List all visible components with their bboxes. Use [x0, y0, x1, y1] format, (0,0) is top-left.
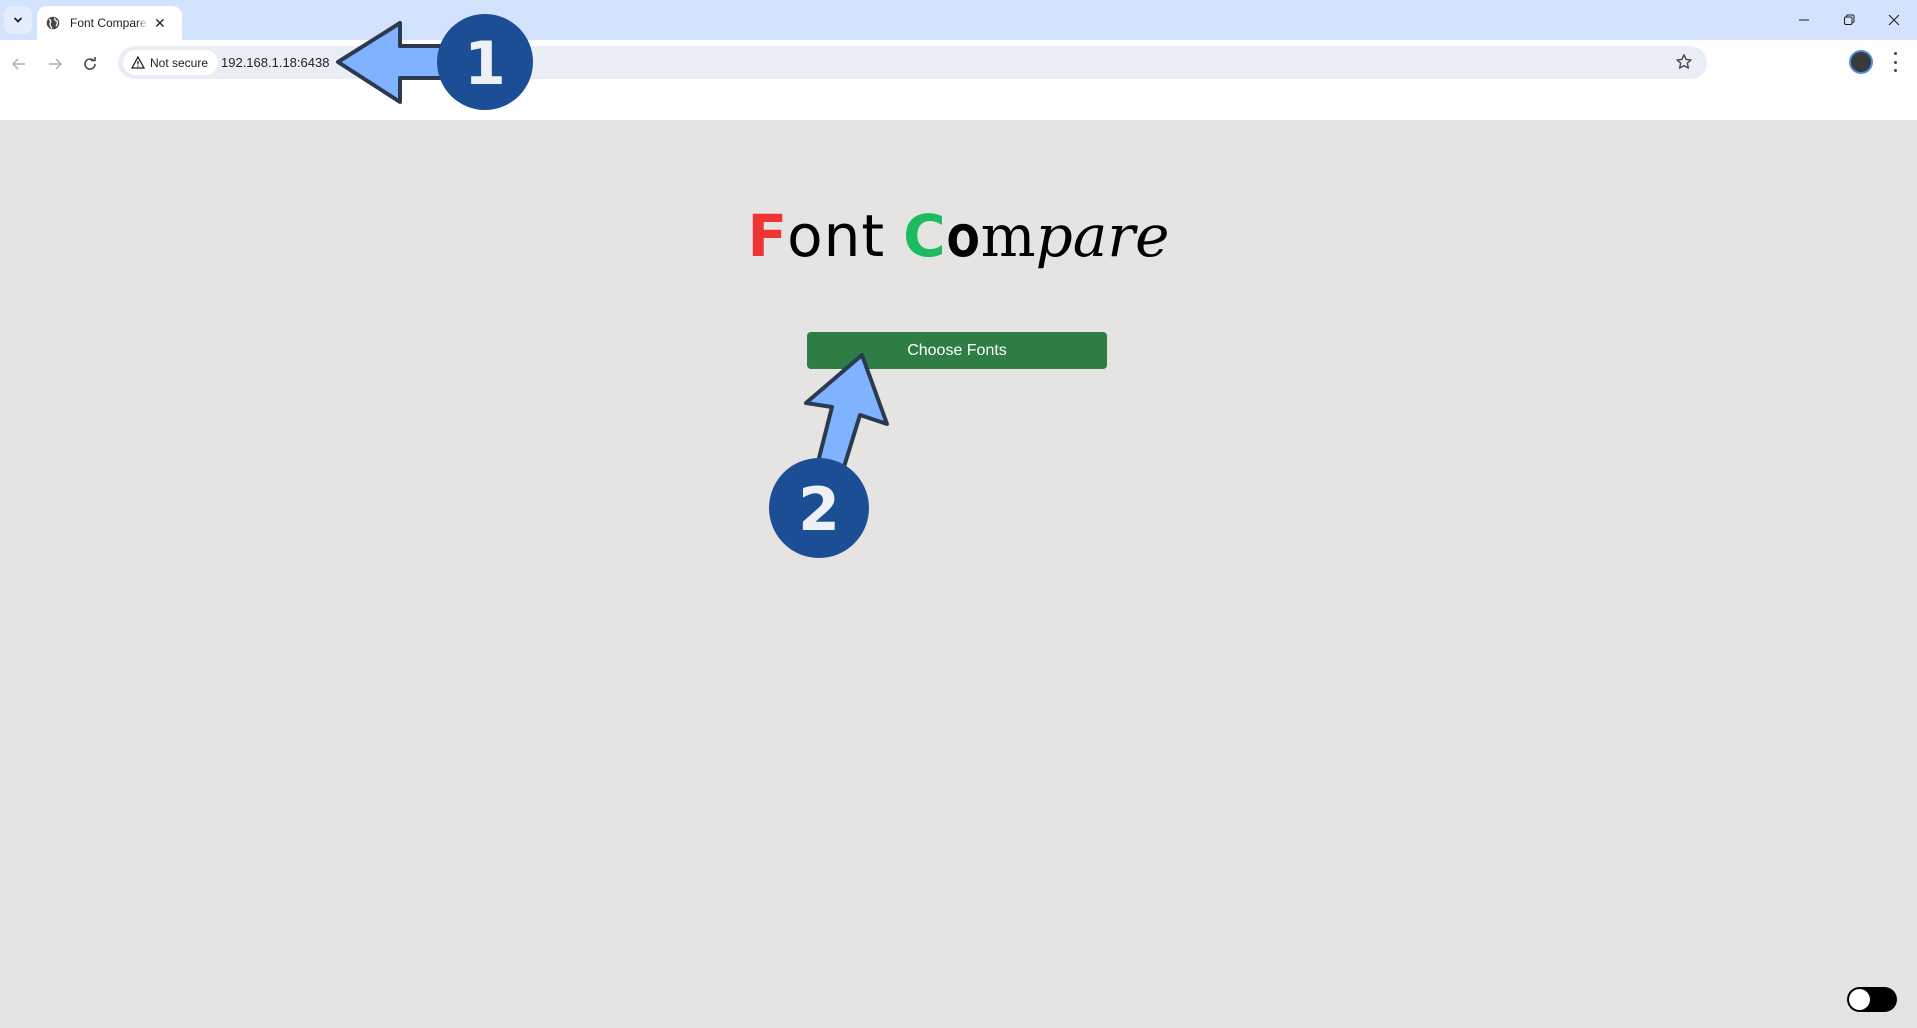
toggle-knob — [1849, 989, 1870, 1010]
close-icon — [1888, 14, 1900, 26]
logo-letter-f: F — [747, 202, 788, 270]
reload-icon — [84, 57, 96, 70]
url-text[interactable]: 192.168.1.18:6438 — [221, 55, 329, 70]
browser-toolbar: Not secure 192.168.1.18:6438 — [0, 40, 1917, 120]
back-button[interactable] — [5, 50, 33, 78]
tab-title: Font Compare — [70, 16, 147, 30]
warning-icon — [131, 56, 145, 69]
chevron-down-icon — [13, 17, 23, 23]
theme-toggle[interactable] — [1847, 987, 1897, 1012]
minimize-button[interactable] — [1781, 0, 1827, 40]
reload-button[interactable] — [76, 50, 104, 78]
tab-close-icon[interactable]: ✕ — [154, 15, 166, 32]
logo-text-pare: pare — [1035, 202, 1170, 270]
logo-letter-c: C — [903, 202, 946, 270]
arrow-left-icon — [11, 58, 25, 70]
forward-button[interactable] — [41, 50, 69, 78]
bookmark-star-icon[interactable] — [1675, 53, 1693, 71]
security-chip[interactable]: Not secure — [123, 50, 219, 75]
browser-menu-icon[interactable] — [1888, 52, 1902, 72]
browser-tab[interactable]: Font Compare ✕ — [37, 6, 182, 40]
choose-fonts-button[interactable]: Choose Fonts — [807, 332, 1107, 369]
app-logo-title: Font Compare — [0, 198, 1917, 275]
arrow-right-icon — [49, 58, 63, 70]
minimize-icon — [1799, 19, 1809, 21]
logo-letter-o: o — [945, 202, 981, 270]
globe-icon — [46, 16, 60, 30]
restore-icon — [1844, 14, 1855, 25]
logo-letter-m: m — [980, 202, 1036, 270]
restore-button[interactable] — [1826, 0, 1872, 40]
profile-avatar[interactable] — [1849, 50, 1873, 74]
security-chip-label: Not secure — [150, 55, 209, 70]
logo-text-ont: ont — [787, 202, 886, 270]
browser-title-bar: Font Compare ✕ — [0, 0, 1917, 40]
tab-search-button[interactable] — [4, 6, 32, 34]
address-bar[interactable]: Not secure 192.168.1.18:6438 — [118, 46, 1707, 79]
close-window-button[interactable] — [1871, 0, 1917, 40]
page-content: Font Compare Choose Fonts — [0, 120, 1917, 1028]
